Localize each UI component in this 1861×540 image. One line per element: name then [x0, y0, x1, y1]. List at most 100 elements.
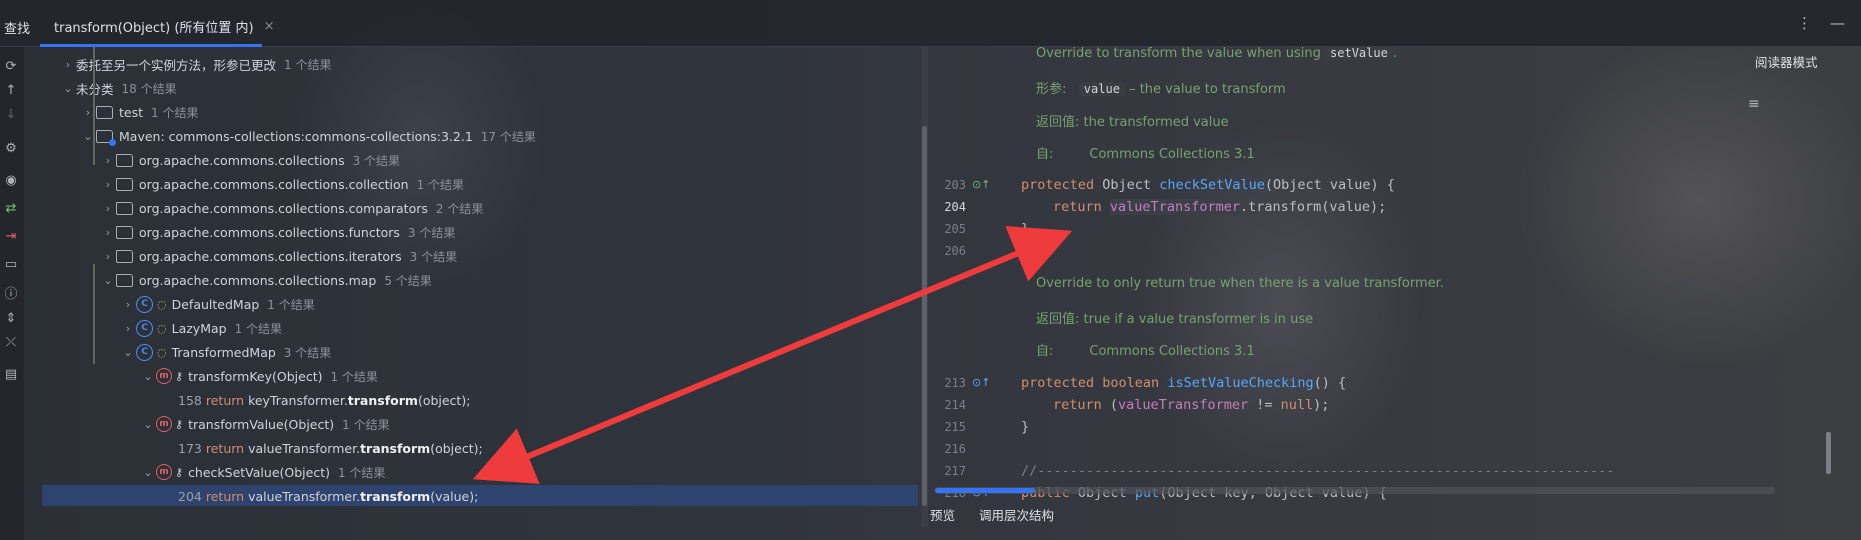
editor-horizontal-scrollbar[interactable]: [935, 487, 1775, 494]
code-line-217: //--------------------------------------…: [1021, 463, 1615, 479]
chevron-right-icon[interactable]: ›: [100, 178, 116, 191]
more-options-icon[interactable]: ⋮: [1797, 14, 1812, 32]
line-number: 217: [944, 464, 966, 478]
folder-icon: [96, 105, 113, 119]
public-modifier-icon: ◌: [157, 297, 167, 311]
line-number: 203: [944, 178, 966, 192]
chevron-right-icon[interactable]: ›: [100, 250, 116, 263]
line-number: 215: [944, 420, 966, 434]
doc-return: 返回值: true if a value transformer is in u…: [1036, 312, 1314, 327]
exclude-icon[interactable]: ⇥: [0, 225, 22, 247]
tree-node-test[interactable]: › test 1 个结果: [80, 102, 199, 122]
chevron-down-icon[interactable]: ⌄: [140, 466, 156, 479]
editor-vertical-scroll-thumb[interactable]: [1826, 432, 1831, 474]
chevron-right-icon[interactable]: ›: [120, 322, 136, 335]
rerun-icon[interactable]: ⟳: [0, 55, 22, 77]
minimize-icon[interactable]: —: [1830, 14, 1845, 32]
settings-icon[interactable]: ⚙: [0, 137, 22, 159]
doc-since: 自: Commons Collections 3.1: [1036, 344, 1255, 359]
tree-node-package[interactable]: › org.apache.commons.collections.iterato…: [100, 246, 457, 266]
tree-node-class[interactable]: ⌄ C ◌ TransformedMap 3 个结果: [120, 342, 331, 362]
doc-summary: Override to only return true when there …: [1036, 276, 1444, 291]
preview-bottom-tabs: 预览 调用层次结构: [930, 505, 1054, 524]
public-modifier-icon: ◌: [157, 321, 167, 335]
arrow-up-icon[interactable]: ↑: [0, 79, 22, 101]
code-line-203: protected Object checkSetValue(Object va…: [1021, 177, 1395, 193]
protected-modifier-icon: ⚷: [175, 465, 184, 479]
tree-node-method[interactable]: ⌄ m ⚷ checkSetValue(Object) 1 个结果: [140, 462, 385, 482]
class-icon: C: [136, 295, 153, 313]
tree-node-package[interactable]: › org.apache.commons.collections.compara…: [100, 198, 484, 218]
tab-call-hierarchy[interactable]: 调用层次结构: [979, 505, 1054, 524]
chevron-right-icon[interactable]: ›: [100, 154, 116, 167]
protected-modifier-icon: ⚷: [175, 369, 184, 383]
selected-row-highlight: [42, 485, 918, 506]
method-icon: m: [156, 464, 172, 480]
protected-modifier-icon: ⚷: [175, 417, 184, 431]
usage-line[interactable]: 158 return keyTransformer. transform (obje…: [178, 390, 470, 410]
editor-scroll-thumb[interactable]: [935, 488, 1035, 493]
override-gutter-icon[interactable]: ⊙↑: [972, 178, 990, 191]
folder-icon[interactable]: ▭: [0, 253, 22, 275]
code-line-205: }: [1021, 221, 1030, 237]
tree-node-delegate[interactable]: › 委托至另一个实例方法，形参已更改 1 个结果: [60, 54, 332, 74]
chevron-down-icon[interactable]: ⌄: [60, 82, 76, 95]
tree-node-maven[interactable]: ⌄ Maven: commons-collections:commons-col…: [80, 126, 536, 146]
tab-preview[interactable]: 预览: [930, 505, 955, 524]
method-icon: m: [156, 368, 172, 384]
tree-node-method[interactable]: ⌄ m ⚷ transformValue(Object) 1 个结果: [140, 414, 390, 434]
find-toolwindow-header: 查找 transform(Object) (所有位置 内) × ⋮ —: [0, 0, 1861, 47]
find-panel-title: 查找: [4, 22, 31, 37]
doc-summary: Override to transform the value when usi…: [1036, 46, 1397, 61]
navigate-icon[interactable]: ⇄: [0, 197, 22, 219]
active-tab-indicator: [40, 44, 262, 47]
doc-since: 自: Commons Collections 3.1: [1036, 147, 1255, 162]
tree-scrollbar[interactable]: [922, 126, 927, 506]
package-icon: [116, 201, 133, 215]
wrap-icon[interactable]: ≡: [1748, 96, 1760, 112]
tree-node-uncategorized[interactable]: ⌄ 未分类18 个结果: [60, 78, 176, 98]
package-icon: [116, 225, 133, 239]
code-line-215: }: [1021, 419, 1030, 435]
chevron-down-icon[interactable]: ⌄: [120, 346, 136, 359]
tree-node-method[interactable]: ⌄ m ⚷ transformKey(Object) 1 个结果: [140, 366, 378, 386]
chevron-right-icon[interactable]: ›: [100, 226, 116, 239]
doc-param: 形参: value – the value to transform: [1036, 82, 1286, 97]
chevron-down-icon[interactable]: ⌄: [140, 418, 156, 431]
line-number: 206: [944, 244, 966, 258]
chevron-down-icon[interactable]: ⌄: [140, 370, 156, 383]
tree-node-package[interactable]: ⌄ org.apache.commons.collections.map 5 个结…: [100, 270, 431, 290]
tree-node-package[interactable]: › org.apache.commons.collections.collect…: [100, 174, 464, 194]
line-number-current: 204: [944, 200, 966, 214]
usage-line-selected[interactable]: 204 return valueTransformer. transform (va…: [178, 486, 478, 506]
maven-library-icon: [96, 129, 116, 146]
expand-icon[interactable]: ⇕: [0, 307, 22, 329]
reader-mode-toggle[interactable]: 阅读器模式: [1755, 52, 1818, 71]
method-icon: m: [156, 416, 172, 432]
tree-node-class[interactable]: › C ◌ DefaultedMap 1 个结果: [120, 294, 315, 314]
code-line-214: return (valueTransformer != null);: [1053, 397, 1330, 413]
line-number: 216: [944, 442, 966, 456]
implemented-gutter-icon[interactable]: ⊙↑: [972, 376, 990, 389]
doc-comment-bar: [93, 47, 95, 165]
package-icon: [116, 273, 133, 287]
doc-return: 返回值: the transformed value: [1036, 115, 1229, 130]
chevron-right-icon[interactable]: ›: [60, 58, 76, 71]
eye-icon[interactable]: ◉: [0, 169, 22, 191]
arrow-down-icon[interactable]: ↓: [0, 103, 22, 125]
info-icon[interactable]: ⓘ: [0, 281, 22, 303]
tree-node-class[interactable]: › C ◌ LazyMap 1 个结果: [120, 318, 282, 338]
collapse-icon[interactable]: ⤫: [0, 331, 22, 353]
chevron-right-icon[interactable]: ›: [120, 298, 136, 311]
tab-transform-search[interactable]: transform(Object) (所有位置 内) ×: [40, 10, 289, 42]
tree-node-package[interactable]: › org.apache.commons.collections.functor…: [100, 222, 456, 242]
chevron-right-icon[interactable]: ›: [100, 202, 116, 215]
chevron-down-icon[interactable]: ⌄: [100, 274, 116, 287]
close-icon[interactable]: ×: [264, 19, 275, 34]
tree-node-package[interactable]: › org.apache.commons.collections 3 个结果: [100, 150, 400, 170]
package-icon: [116, 153, 133, 167]
usage-line[interactable]: 173 return valueTransformer. transform (ob…: [178, 438, 483, 458]
line-number: 214: [944, 398, 966, 412]
line-number: 205: [944, 222, 966, 236]
preview-icon[interactable]: ▤: [0, 363, 22, 385]
